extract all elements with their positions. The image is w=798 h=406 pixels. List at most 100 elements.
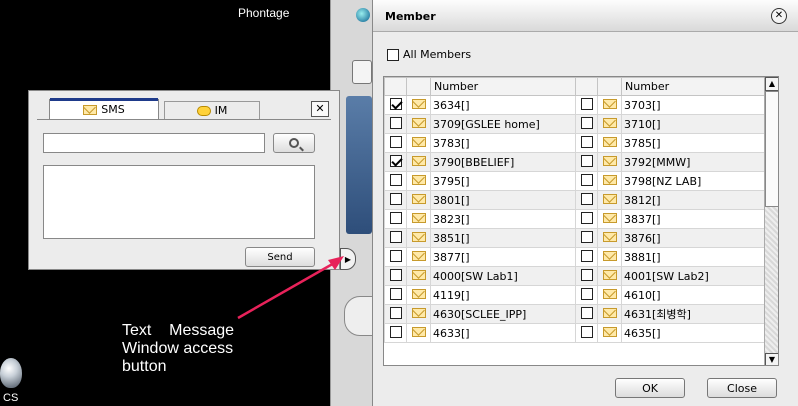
search-button[interactable] — [273, 133, 315, 153]
member-checkbox-cell — [384, 266, 407, 286]
member-number[interactable]: 4630[SCLEE_IPP] — [430, 304, 576, 324]
envelope-icon — [602, 231, 617, 242]
member-checkbox[interactable] — [580, 173, 593, 186]
recipient-search-input[interactable] — [43, 133, 265, 153]
member-number[interactable]: 4631[최병학] — [621, 304, 767, 324]
message-textarea[interactable] — [43, 165, 315, 239]
member-checkbox[interactable] — [389, 268, 402, 281]
member-number[interactable]: 3851[] — [430, 228, 576, 248]
table-row[interactable]: 4119[] 4610[] — [384, 285, 767, 305]
scroll-up-button[interactable]: ▲ — [765, 77, 778, 91]
member-number[interactable]: 4119[] — [430, 285, 576, 305]
member-icon-cell — [597, 152, 622, 172]
table-row[interactable]: 4000[SW Lab1] 4001[SW Lab2] — [384, 266, 767, 286]
table-row[interactable]: 3823[] 3837[] — [384, 209, 767, 229]
dialog-close-button[interactable]: ✕ — [771, 8, 787, 24]
member-number[interactable]: 3801[] — [430, 190, 576, 210]
envelope-icon — [602, 250, 617, 261]
table-row[interactable]: 4630[SCLEE_IPP] 4631[최병학] — [384, 304, 767, 324]
app-globe-icon — [356, 8, 370, 22]
table-row[interactable]: 3634[] 3703[] — [384, 95, 767, 115]
table-row[interactable]: 3801[] 3812[] — [384, 190, 767, 210]
checkbox[interactable] — [387, 48, 399, 61]
member-checkbox[interactable] — [580, 211, 593, 224]
member-number[interactable]: 3790[BBELIEF] — [430, 152, 576, 172]
member-number[interactable]: 3792[MMW] — [621, 152, 767, 172]
member-checkbox[interactable] — [389, 116, 402, 129]
member-number[interactable]: 4633[] — [430, 323, 576, 343]
member-checkbox[interactable] — [580, 287, 593, 300]
member-number[interactable]: 3634[] — [430, 95, 576, 115]
member-checkbox[interactable] — [580, 116, 593, 129]
member-checkbox[interactable] — [389, 325, 402, 338]
envelope-icon — [602, 307, 617, 318]
member-checkbox[interactable] — [389, 192, 402, 205]
send-button[interactable]: Send — [245, 247, 315, 267]
member-checkbox[interactable] — [389, 154, 402, 167]
member-number[interactable]: 3881[] — [621, 247, 767, 267]
member-number[interactable]: 3798[NZ LAB] — [621, 171, 767, 191]
header-number-left[interactable]: Number — [430, 77, 576, 96]
member-number[interactable]: 3709[GSLEE home] — [430, 114, 576, 134]
member-checkbox-cell — [575, 133, 598, 153]
scroll-thumb[interactable] — [765, 91, 778, 207]
member-checkbox[interactable] — [580, 192, 593, 205]
member-number[interactable]: 3785[] — [621, 133, 767, 153]
member-number[interactable]: 3812[] — [621, 190, 767, 210]
member-checkbox[interactable] — [580, 230, 593, 243]
member-checkbox[interactable] — [580, 268, 593, 281]
member-checkbox[interactable] — [389, 230, 402, 243]
member-checkbox[interactable] — [580, 249, 593, 262]
member-checkbox[interactable] — [389, 211, 402, 224]
member-checkbox[interactable] — [580, 135, 593, 148]
member-number[interactable]: 3823[] — [430, 209, 576, 229]
member-number[interactable]: 3783[] — [430, 133, 576, 153]
member-rows: 3634[] 3703[] 3709[GSLEE home] 3710[] 3783[]… — [384, 95, 767, 343]
envelope-icon — [602, 193, 617, 204]
ok-button[interactable]: OK — [615, 378, 685, 398]
member-checkbox[interactable] — [580, 97, 593, 110]
member-number[interactable]: 3837[] — [621, 209, 767, 229]
member-number[interactable]: 3710[] — [621, 114, 767, 134]
table-row[interactable]: 3851[] 3876[] — [384, 228, 767, 248]
all-members-checkbox[interactable]: All Members — [387, 48, 471, 61]
header-number-right[interactable]: Number — [621, 77, 767, 96]
corner-label: CS — [3, 392, 19, 404]
scroll-down-button[interactable]: ▼ — [765, 353, 778, 365]
member-checkbox[interactable] — [389, 135, 402, 148]
table-row[interactable]: 3783[] 3785[] — [384, 133, 767, 153]
background-ring — [344, 296, 374, 336]
vertical-scrollbar[interactable]: ▲ ▼ — [764, 77, 778, 365]
member-number[interactable]: 3877[] — [430, 247, 576, 267]
member-number[interactable]: 4001[SW Lab2] — [621, 266, 767, 286]
member-checkbox[interactable] — [389, 287, 402, 300]
background-field — [352, 60, 372, 84]
member-number[interactable]: 3703[] — [621, 95, 767, 115]
member-checkbox[interactable] — [389, 173, 402, 186]
sms-close-button[interactable]: ✕ — [311, 101, 329, 117]
member-checkbox[interactable] — [580, 306, 593, 319]
member-number[interactable]: 4610[] — [621, 285, 767, 305]
tab-im[interactable]: IM — [164, 101, 260, 119]
table-row[interactable]: 3709[GSLEE home] 3710[] — [384, 114, 767, 134]
tab-sms[interactable]: SMS — [49, 98, 159, 119]
table-row[interactable]: 3877[] 3881[] — [384, 247, 767, 267]
chat-bubble-icon — [196, 105, 211, 116]
member-checkbox-cell — [384, 247, 407, 267]
member-checkbox[interactable] — [389, 97, 402, 110]
member-checkbox[interactable] — [580, 154, 593, 167]
table-row[interactable]: 3790[BBELIEF] 3792[MMW] — [384, 152, 767, 172]
member-number[interactable]: 4000[SW Lab1] — [430, 266, 576, 286]
close-button[interactable]: Close — [707, 378, 777, 398]
member-checkbox[interactable] — [389, 249, 402, 262]
member-number[interactable]: 4635[] — [621, 323, 767, 343]
member-number[interactable]: 3876[] — [621, 228, 767, 248]
member-checkbox[interactable] — [389, 306, 402, 319]
header-checkbox-col — [384, 77, 407, 96]
member-checkbox[interactable] — [580, 325, 593, 338]
member-number[interactable]: 3795[] — [430, 171, 576, 191]
envelope-icon — [602, 98, 617, 109]
sms-window: SMS IM ✕ Send — [28, 90, 340, 270]
table-row[interactable]: 4633[] 4635[] — [384, 323, 767, 343]
table-row[interactable]: 3795[] 3798[NZ LAB] — [384, 171, 767, 191]
